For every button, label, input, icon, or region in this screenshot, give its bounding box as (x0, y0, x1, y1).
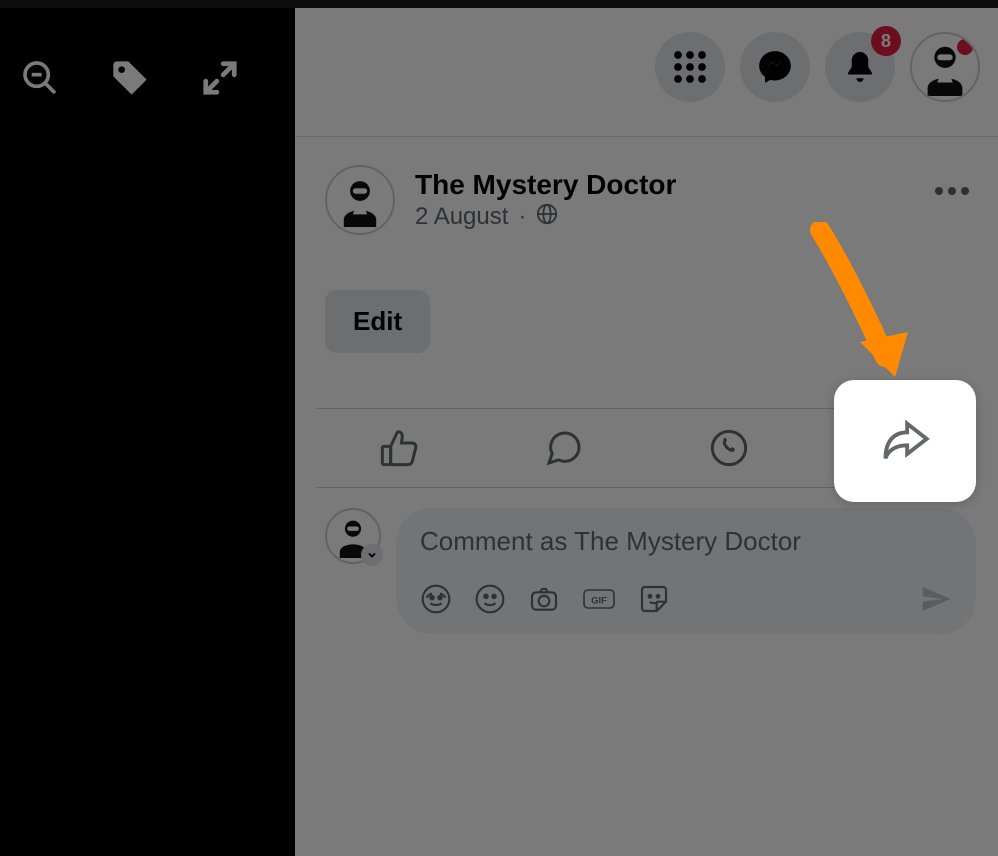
avatar-status-dot (954, 36, 976, 58)
chevron-down-icon[interactable] (361, 544, 383, 566)
tag-icon[interactable] (110, 58, 150, 98)
profile-avatar-button[interactable] (910, 32, 980, 102)
notifications-button[interactable]: 8 (825, 32, 895, 102)
post-date-row: 2 August · (415, 203, 676, 232)
send-button[interactable] (920, 583, 952, 620)
comment-placeholder: Comment as The Mystery Doctor (420, 526, 952, 557)
share-icon (879, 415, 931, 467)
photo-toolbar (0, 8, 295, 98)
gif-icon[interactable]: GIF (582, 583, 616, 620)
like-button[interactable] (317, 409, 482, 487)
comment-row: Comment as The Mystery Doctor (295, 488, 998, 634)
notification-badge: 8 (871, 26, 901, 56)
svg-text:GIF: GIF (591, 596, 607, 607)
menu-grid-button[interactable] (655, 32, 725, 102)
camera-icon[interactable] (528, 583, 560, 620)
dot-separator: · (518, 203, 526, 231)
comment-input[interactable]: Comment as The Mystery Doctor (396, 508, 976, 634)
post-author-name[interactable]: The Mystery Doctor (415, 169, 676, 201)
share-highlight[interactable] (834, 380, 976, 502)
edit-button[interactable]: Edit (325, 290, 430, 353)
header-actions: 8 (655, 32, 980, 102)
photo-viewer-panel (0, 8, 295, 856)
messenger-button[interactable] (740, 32, 810, 102)
comment-button[interactable] (482, 409, 647, 487)
comment-tools: GIF (420, 583, 952, 620)
smile-icon[interactable] (474, 583, 506, 620)
post-author-avatar[interactable] (325, 165, 395, 235)
avatar-emoji-icon[interactable] (420, 583, 452, 620)
zoom-out-icon[interactable] (20, 58, 60, 98)
whatsapp-button[interactable] (647, 409, 812, 487)
post-header: The Mystery Doctor 2 August · (295, 165, 998, 235)
post-menu-button[interactable] (934, 183, 970, 201)
sticker-icon[interactable] (638, 583, 670, 620)
post-date[interactable]: 2 August (415, 203, 508, 231)
expand-icon[interactable] (200, 58, 240, 98)
globe-icon[interactable] (536, 203, 558, 232)
top-strip (0, 0, 998, 8)
post-meta: The Mystery Doctor 2 August · (415, 169, 676, 232)
comment-avatar[interactable] (325, 508, 381, 564)
